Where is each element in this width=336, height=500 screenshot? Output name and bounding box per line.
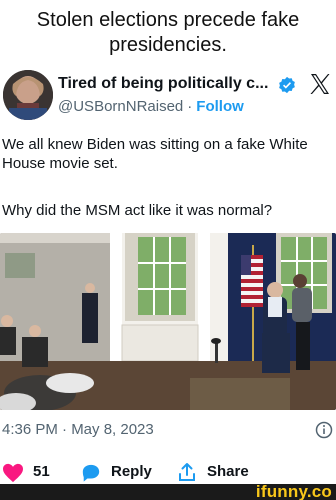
follow-button[interactable]: Follow [196, 98, 244, 115]
separator: · [187, 98, 193, 115]
avatar[interactable] [3, 70, 53, 120]
reply-icon[interactable] [80, 463, 102, 483]
meme-caption: Stolen elections precede fake presidenci… [36, 9, 300, 56]
tweet-text-line-2: Why did the MSM act like it was normal? [2, 202, 273, 219]
verified-badge-icon [279, 76, 295, 94]
tweet-timestamp[interactable]: 4:36 PM · May 8, 2023 [2, 421, 154, 438]
ifunny-watermark-bar: ifunny.co [0, 482, 336, 500]
tweet-photo[interactable] [0, 233, 336, 410]
info-icon[interactable] [315, 421, 333, 439]
heart-icon[interactable] [2, 463, 24, 483]
x-logo-icon[interactable] [308, 72, 332, 96]
author-handle[interactable]: @USBornNRaised [58, 98, 183, 115]
tweet-text-line-1: We all knew Biden was sitting on a fake … [2, 136, 308, 172]
ifunny-logo: ifunny.co [255, 482, 332, 500]
share-icon[interactable] [177, 462, 197, 482]
author-name[interactable]: Tired of being politically c... [58, 75, 268, 93]
tweet-author: Tired of being politically c... @USBornN… [0, 70, 336, 122]
reply-button[interactable]: Reply [111, 463, 152, 480]
handle-row: @USBornNRaised · Follow [58, 98, 244, 115]
share-button[interactable]: Share [207, 463, 249, 480]
like-count[interactable]: 51 [33, 463, 50, 480]
